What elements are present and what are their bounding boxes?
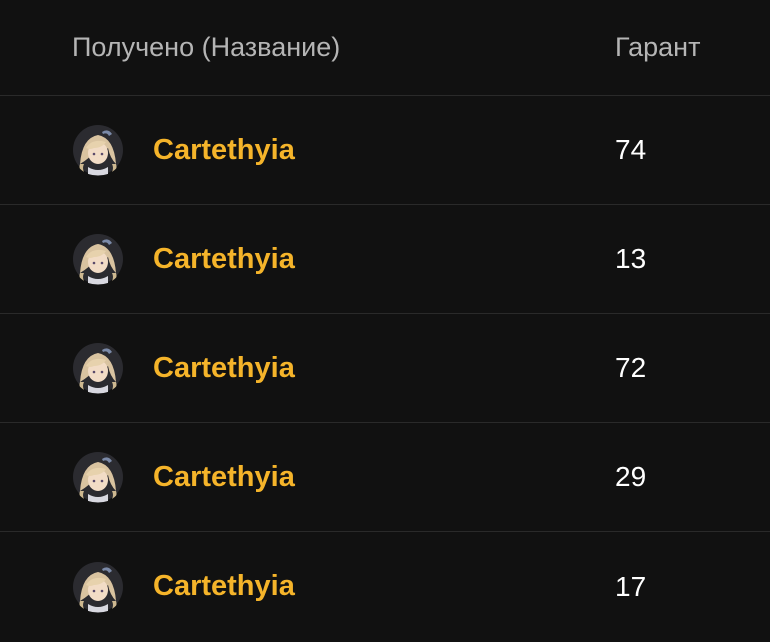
table-header: Получено (Название) Гарант xyxy=(0,0,770,96)
row-pity-cell: 29 xyxy=(615,461,770,493)
cartethyia-avatar-icon xyxy=(72,124,124,176)
row-pity-cell: 13 xyxy=(615,243,770,275)
pity-count: 17 xyxy=(615,570,647,602)
character-name: Cartethyia xyxy=(153,242,295,275)
table-row: Cartethyia 74 xyxy=(0,96,770,205)
header-pity-label: Гарант xyxy=(615,32,701,62)
table-row: Cartethyia 17 xyxy=(0,532,770,641)
table-row: Cartethyia 13 xyxy=(0,205,770,314)
row-pity-cell: 17 xyxy=(615,571,770,603)
character-name: Cartethyia xyxy=(153,351,295,384)
header-pity-column: Гарант xyxy=(615,32,770,63)
header-name-label: Получено (Название) xyxy=(72,32,341,62)
pity-count: 72 xyxy=(615,352,647,383)
cartethyia-avatar-icon xyxy=(72,342,124,394)
character-name: Cartethyia xyxy=(153,460,295,493)
row-name-cell: Cartethyia xyxy=(0,451,615,503)
pity-count: 74 xyxy=(615,134,647,165)
character-name: Cartethyia xyxy=(153,570,295,602)
row-name-cell: Cartethyia xyxy=(0,342,615,394)
cartethyia-avatar-icon xyxy=(72,233,124,285)
character-name: Cartethyia xyxy=(153,133,295,166)
row-name-cell: Cartethyia xyxy=(0,124,615,176)
header-name-column: Получено (Название) xyxy=(0,32,615,63)
table-row: Cartethyia 72 xyxy=(0,314,770,423)
row-name-cell: Cartethyia xyxy=(0,233,615,285)
pity-count: 29 xyxy=(615,461,647,492)
cartethyia-avatar-icon xyxy=(72,451,124,503)
pull-history-table: Получено (Название) Гарант Cartethyia 74… xyxy=(0,0,770,642)
cartethyia-avatar-icon xyxy=(72,561,124,613)
row-name-cell: Cartethyia xyxy=(0,561,615,613)
row-pity-cell: 72 xyxy=(615,352,770,384)
pity-count: 13 xyxy=(615,243,647,274)
table-row: Cartethyia 29 xyxy=(0,423,770,532)
row-pity-cell: 74 xyxy=(615,134,770,166)
